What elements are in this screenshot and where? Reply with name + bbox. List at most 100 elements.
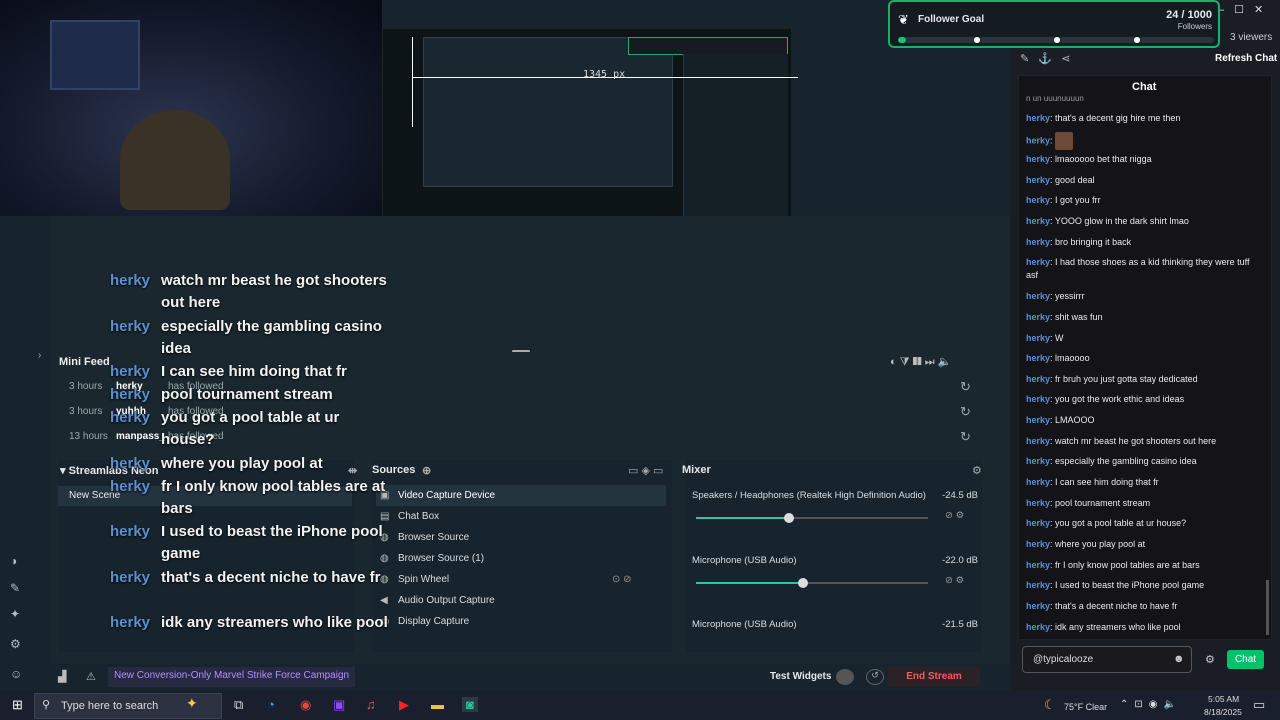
twitch-icon[interactable]: ▣ bbox=[333, 697, 345, 713]
lock-visibility-icons[interactable]: ⊙ ⊘ bbox=[612, 569, 632, 590]
overlay-message: herky watch mr beast he got shooters out … bbox=[110, 270, 410, 314]
chat-settings-icon[interactable]: ⚙ bbox=[1205, 653, 1215, 666]
mute-settings-icons[interactable]: ⊘ ⚙ bbox=[945, 510, 964, 521]
alerts-icon[interactable]: ⚠ bbox=[86, 670, 96, 683]
chat-text: especially the gambling casino idea bbox=[1055, 456, 1197, 466]
chat-message: herky: especially the gambling casino id… bbox=[1026, 456, 1197, 466]
chat-input[interactable]: @typicalooze bbox=[1022, 646, 1192, 673]
chat-user[interactable]: herky bbox=[1026, 195, 1050, 205]
chat-user[interactable]: herky bbox=[1026, 539, 1050, 549]
chat-user[interactable]: herky bbox=[1026, 601, 1050, 611]
tray-icons[interactable]: ⌃⊡◉🔈 bbox=[1120, 699, 1182, 710]
chat-user[interactable]: herky bbox=[1026, 113, 1050, 123]
chat-scrollbar[interactable] bbox=[1266, 580, 1269, 635]
overlay-text: I can see him doing that fr bbox=[161, 363, 347, 380]
chat-message: herky: idk any streamers who like pool bbox=[1026, 622, 1181, 632]
webcam-feed bbox=[0, 0, 382, 216]
settings-icon[interactable]: ⚙ bbox=[10, 637, 21, 651]
chat-user[interactable]: herky bbox=[1026, 374, 1050, 384]
chat-user[interactable]: herky bbox=[1026, 353, 1050, 363]
source-item[interactable]: ▤ Chat Box bbox=[376, 506, 666, 527]
overlay-message: herky I can see him doing that fr bbox=[110, 361, 410, 383]
chat-message: herky: you got the work ethic and ideas bbox=[1026, 394, 1185, 404]
source-item[interactable]: ◍ Browser Source (1) bbox=[376, 548, 666, 569]
chat-user[interactable]: herky bbox=[1026, 580, 1050, 590]
chat-user[interactable]: herky bbox=[1026, 477, 1050, 487]
chat-message: herky: good deal bbox=[1026, 175, 1095, 185]
overlay-text: you got a pool table at ur house? bbox=[161, 409, 340, 448]
notification-icon[interactable]: ▭ bbox=[1253, 697, 1265, 713]
chat-user[interactable]: herky bbox=[1026, 415, 1050, 425]
volume-slider[interactable] bbox=[696, 513, 928, 523]
chat-user[interactable]: herky bbox=[1026, 560, 1050, 570]
overlay-user: herky bbox=[110, 455, 151, 472]
chat-user[interactable]: herky bbox=[1026, 436, 1050, 446]
volume-knob[interactable] bbox=[797, 578, 808, 588]
chat-text: idk any streamers who like pool bbox=[1055, 622, 1181, 632]
profile-icon[interactable]: ☺ bbox=[10, 667, 22, 681]
task-view-icon[interactable]: ⧉ bbox=[234, 697, 243, 713]
promo-link[interactable]: New Conversion-Only Marvel Strike Force … bbox=[108, 667, 356, 687]
chat-user[interactable]: herky bbox=[1026, 456, 1050, 466]
folder-icon[interactable]: ▬ bbox=[431, 697, 444, 712]
chrome-icon[interactable]: ◉ bbox=[300, 697, 311, 713]
clock-date: 8/18/2025 bbox=[1204, 707, 1242, 717]
volume-knob[interactable] bbox=[783, 513, 794, 523]
chat-user[interactable]: herky bbox=[1026, 518, 1050, 528]
add-source-icon[interactable]: ⊕ bbox=[422, 464, 431, 477]
channel-name: Microphone (USB Audio) bbox=[692, 555, 797, 566]
stats-icon[interactable]: ▟ bbox=[58, 670, 66, 683]
windows-start-icon[interactable]: ⊞ bbox=[12, 697, 23, 713]
chat-tool-icons[interactable]: ✎ ⚓ ⋖ bbox=[1020, 52, 1070, 65]
theme-icon[interactable]: ◑ bbox=[10, 554, 17, 568]
chat-message: herky: YOOO glow in the dark shirt lmao bbox=[1026, 216, 1189, 226]
chat-user[interactable]: herky bbox=[1026, 257, 1050, 267]
replay-icon[interactable]: ↻ bbox=[960, 429, 971, 445]
source-item[interactable]: ▭ Display Capture bbox=[376, 611, 666, 632]
refresh-chat-button[interactable]: Refresh Chat bbox=[1215, 53, 1277, 64]
overlay-user: herky bbox=[110, 272, 151, 289]
mute-settings-icons[interactable]: ⊘ ⚙ bbox=[945, 575, 964, 586]
source-item[interactable]: ◍ Spin Wheel ⊙ ⊘ bbox=[376, 569, 666, 590]
chat-user[interactable]: herky bbox=[1026, 216, 1050, 226]
edge-icon[interactable]: ◔ bbox=[267, 697, 275, 712]
music-icon[interactable]: ♫ bbox=[366, 697, 376, 712]
source-item[interactable]: ◍ Browser Source bbox=[376, 527, 666, 548]
end-stream-button[interactable]: End Stream bbox=[888, 667, 980, 687]
source-tools-icons[interactable]: ▭ ◈ ▭ bbox=[628, 464, 663, 477]
overlay-message: herky idk any streamers who like pool bbox=[110, 612, 410, 656]
chat-user[interactable]: herky bbox=[1026, 291, 1050, 301]
youtube-icon[interactable]: ▶ bbox=[399, 697, 409, 713]
chat-message: herky: lmaoooo bbox=[1026, 353, 1090, 363]
chat-user[interactable]: herky bbox=[1026, 312, 1050, 322]
window-controls[interactable]: –☐✕ bbox=[1218, 3, 1273, 16]
chat-user[interactable]: herky bbox=[1026, 498, 1050, 508]
chat-user[interactable]: herky bbox=[1026, 135, 1050, 145]
plugins-icon[interactable]: ✦ bbox=[10, 607, 20, 621]
history-icon[interactable]: ↺ bbox=[866, 669, 884, 685]
chat-user[interactable]: herky bbox=[1026, 154, 1050, 164]
send-chat-button[interactable]: Chat bbox=[1227, 650, 1264, 669]
replay-icon[interactable]: ↻ bbox=[960, 404, 971, 420]
chat-user[interactable]: herky bbox=[1026, 175, 1050, 185]
overlay-message: herky fr I only know pool tables are at b… bbox=[110, 476, 410, 520]
chat-text: LMAOOO bbox=[1055, 415, 1095, 425]
test-widget-toggle[interactable] bbox=[836, 669, 854, 685]
expand-chevron-icon[interactable]: › bbox=[38, 350, 41, 361]
chat-user[interactable]: herky bbox=[1026, 622, 1050, 632]
chat-user[interactable]: herky bbox=[1026, 333, 1050, 343]
mixer-settings-icon[interactable]: ⚙ bbox=[972, 464, 982, 477]
tools-icon[interactable]: ✎ bbox=[10, 581, 20, 595]
chat-user[interactable]: herky bbox=[1026, 394, 1050, 404]
feed-controls[interactable]: ◐ ⧩ ❚❚ ⏭ 🔈 bbox=[890, 355, 951, 369]
source-item[interactable]: ◀ Audio Output Capture bbox=[376, 590, 666, 611]
guide-line bbox=[413, 77, 798, 78]
replay-icon[interactable]: ↻ bbox=[960, 379, 971, 395]
volume-fill bbox=[696, 517, 789, 519]
chat-user[interactable]: herky bbox=[1026, 237, 1050, 247]
emoji-icon[interactable]: ☻ bbox=[1173, 653, 1185, 665]
goal-milestone bbox=[1134, 37, 1140, 43]
source-item[interactable]: ▣ Video Capture Device bbox=[376, 485, 666, 506]
volume-slider[interactable] bbox=[696, 578, 928, 588]
streamlabs-icon[interactable]: ◙ bbox=[462, 697, 478, 712]
